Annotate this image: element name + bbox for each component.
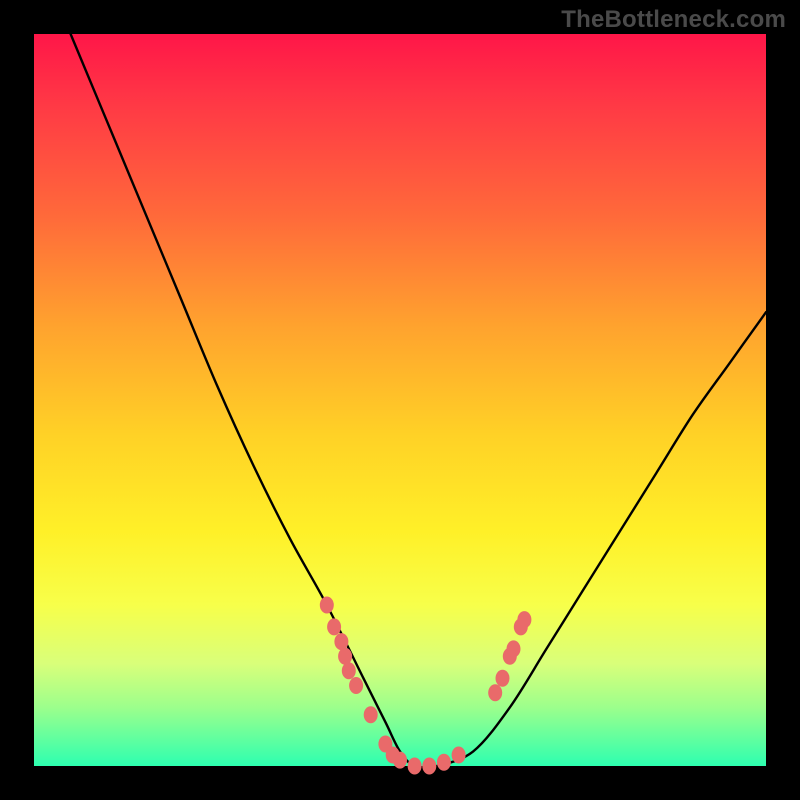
bottleneck-curve: [71, 34, 766, 768]
curve-marker: [349, 677, 363, 694]
marker-group: [320, 597, 532, 775]
curve-marker: [437, 754, 451, 771]
plot-area: [34, 34, 766, 766]
curve-marker: [488, 684, 502, 701]
watermark-text: TheBottleneck.com: [561, 6, 786, 34]
curve-marker: [422, 758, 436, 775]
chart-frame: TheBottleneck.com: [0, 0, 800, 800]
curve-marker: [496, 670, 510, 687]
curve-marker: [408, 758, 422, 775]
curve-marker: [452, 747, 466, 764]
curve-marker: [342, 662, 356, 679]
chart-svg: [34, 34, 766, 766]
curve-marker: [334, 633, 348, 650]
curve-marker: [517, 611, 531, 628]
curve-marker: [327, 618, 341, 635]
curve-marker: [320, 597, 334, 614]
curve-marker: [507, 640, 521, 657]
curve-marker: [338, 648, 352, 665]
curve-marker: [364, 706, 378, 723]
curve-marker: [393, 752, 407, 769]
